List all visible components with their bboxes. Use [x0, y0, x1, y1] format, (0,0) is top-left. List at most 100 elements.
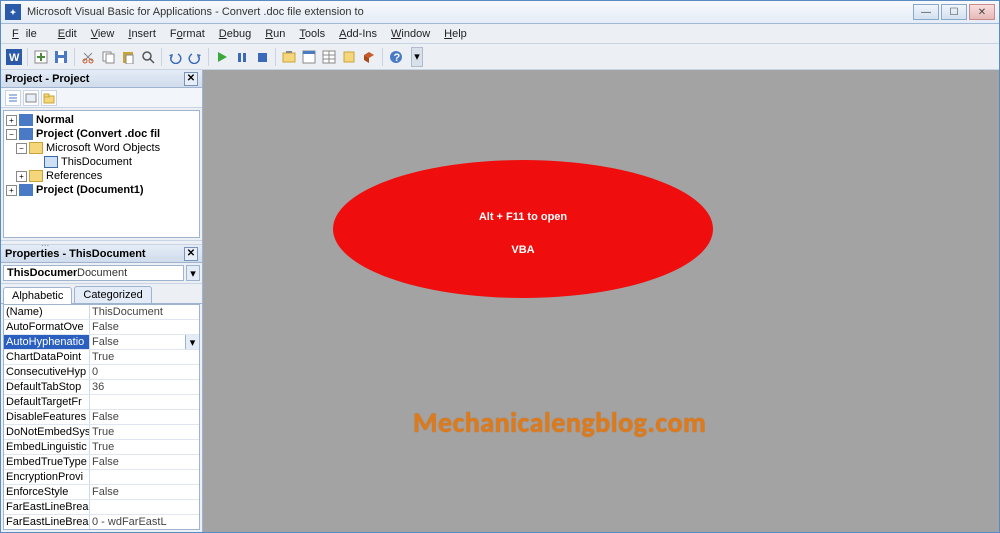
- properties-icon[interactable]: [320, 48, 338, 66]
- properties-object-selector[interactable]: ThisDocumen Document ▾: [1, 263, 202, 284]
- panel-splitter[interactable]: [1, 240, 202, 245]
- copy-icon[interactable]: [99, 48, 117, 66]
- menu-tools[interactable]: Tools: [292, 26, 332, 42]
- help-icon[interactable]: ?: [387, 48, 405, 66]
- property-row[interactable]: (Name)ThisDocument: [4, 305, 199, 320]
- menu-window[interactable]: Window: [384, 26, 437, 42]
- menu-run[interactable]: Run: [258, 26, 292, 42]
- pause-icon[interactable]: [233, 48, 251, 66]
- stop-icon[interactable]: [253, 48, 271, 66]
- collapse-icon[interactable]: −: [16, 143, 27, 154]
- property-value[interactable]: True: [90, 440, 199, 454]
- property-value[interactable]: ThisDocument: [90, 305, 199, 319]
- property-name: EncryptionProvi: [4, 470, 90, 484]
- expand-icon[interactable]: +: [6, 115, 17, 126]
- property-row[interactable]: EmbedTrueTypeFalse: [4, 455, 199, 470]
- object-browser-icon[interactable]: [340, 48, 358, 66]
- property-value[interactable]: False: [90, 485, 199, 499]
- collapse-icon[interactable]: −: [6, 129, 17, 140]
- menu-view[interactable]: View: [84, 26, 122, 42]
- property-value[interactable]: True: [90, 425, 199, 439]
- tree-node-mwo[interactable]: Microsoft Word Objects: [46, 142, 160, 154]
- property-row[interactable]: ConsecutiveHyp0: [4, 365, 199, 380]
- mdi-area: Alt + F11 to openVBA Mechanicalengblog.c…: [203, 70, 999, 532]
- property-value[interactable]: False: [90, 455, 199, 469]
- dropdown-icon[interactable]: ▾: [185, 335, 199, 349]
- properties-panel-close-icon[interactable]: ✕: [184, 247, 198, 261]
- view-code-icon[interactable]: [5, 90, 21, 106]
- property-row[interactable]: DisableFeaturesFalse: [4, 410, 199, 425]
- cut-icon[interactable]: [79, 48, 97, 66]
- property-name: FarEastLineBrea: [4, 515, 90, 529]
- close-button[interactable]: ✕: [969, 4, 995, 20]
- property-value[interactable]: False: [90, 320, 199, 334]
- project-explorer-icon[interactable]: [300, 48, 318, 66]
- menu-insert[interactable]: Insert: [121, 26, 163, 42]
- maximize-button[interactable]: ☐: [941, 4, 967, 20]
- redo-icon[interactable]: [186, 48, 204, 66]
- menu-help[interactable]: Help: [437, 26, 474, 42]
- property-value[interactable]: [90, 500, 199, 514]
- tree-node-normal[interactable]: Normal: [36, 114, 74, 126]
- property-name: DoNotEmbedSys: [4, 425, 90, 439]
- project-icon: [19, 184, 33, 196]
- properties-grid[interactable]: (Name)ThisDocumentAutoFormatOveFalseAuto…: [3, 304, 200, 530]
- undo-icon[interactable]: [166, 48, 184, 66]
- tab-alphabetic[interactable]: Alphabetic: [3, 287, 72, 304]
- menu-file[interactable]: File: [5, 26, 51, 42]
- property-value[interactable]: 0: [90, 365, 199, 379]
- properties-tabs: Alphabetic Categorized: [1, 284, 202, 304]
- property-row[interactable]: DefaultTabStop36: [4, 380, 199, 395]
- property-row[interactable]: AutoFormatOveFalse: [4, 320, 199, 335]
- menu-format[interactable]: Format: [163, 26, 212, 42]
- project-panel-close-icon[interactable]: ✕: [184, 72, 198, 86]
- find-icon[interactable]: [139, 48, 157, 66]
- property-row[interactable]: EmbedLinguisticTrue: [4, 440, 199, 455]
- property-row[interactable]: AutoHyphenatioFalse▾: [4, 335, 199, 350]
- property-value[interactable]: False: [90, 335, 185, 349]
- tree-node-references[interactable]: References: [46, 170, 102, 182]
- project-tree[interactable]: +Normal −Project (Convert .doc fil −Micr…: [3, 110, 200, 238]
- property-row[interactable]: ChartDataPointTrue: [4, 350, 199, 365]
- property-name: (Name): [4, 305, 90, 319]
- expand-icon[interactable]: +: [6, 185, 17, 196]
- design-mode-icon[interactable]: [280, 48, 298, 66]
- tree-node-project2[interactable]: Project (Document1): [36, 184, 144, 196]
- insert-module-icon[interactable]: [32, 48, 50, 66]
- property-value[interactable]: True: [90, 350, 199, 364]
- property-name: AutoHyphenatio: [4, 335, 90, 349]
- paste-icon[interactable]: [119, 48, 137, 66]
- word-icon[interactable]: W: [5, 48, 23, 66]
- menu-addins[interactable]: Add-Ins: [332, 26, 384, 42]
- toggle-folders-icon[interactable]: [41, 90, 57, 106]
- property-row[interactable]: DefaultTargetFr: [4, 395, 199, 410]
- toolbox-icon[interactable]: [360, 48, 378, 66]
- sidebar: Project - Project ✕ +Normal −Project (Co…: [1, 70, 203, 532]
- run-icon[interactable]: [213, 48, 231, 66]
- property-row[interactable]: DoNotEmbedSysTrue: [4, 425, 199, 440]
- property-value[interactable]: False: [90, 410, 199, 424]
- save-icon[interactable]: [52, 48, 70, 66]
- property-row[interactable]: FarEastLineBrea0 - wdFarEastL: [4, 515, 199, 530]
- svg-text:?: ?: [394, 52, 401, 64]
- property-value[interactable]: 36: [90, 380, 199, 394]
- property-row[interactable]: EncryptionProvi: [4, 470, 199, 485]
- tab-categorized[interactable]: Categorized: [74, 286, 151, 303]
- property-row[interactable]: EnforceStyleFalse: [4, 485, 199, 500]
- tree-node-thisdocument[interactable]: ThisDocument: [61, 156, 132, 168]
- view-object-icon[interactable]: [23, 90, 39, 106]
- property-name: ChartDataPoint: [4, 350, 90, 364]
- property-row[interactable]: FarEastLineBrea: [4, 500, 199, 515]
- menu-edit[interactable]: Edit: [51, 26, 84, 42]
- expand-icon[interactable]: +: [16, 171, 27, 182]
- property-value[interactable]: [90, 470, 199, 484]
- menu-debug[interactable]: Debug: [212, 26, 258, 42]
- property-name: FarEastLineBrea: [4, 500, 90, 514]
- property-value[interactable]: [90, 395, 199, 409]
- tree-node-project1[interactable]: Project (Convert .doc fil: [36, 128, 160, 140]
- window-title: Microsoft Visual Basic for Applications …: [27, 6, 364, 18]
- dropdown-icon[interactable]: ▾: [186, 265, 200, 281]
- property-value[interactable]: 0 - wdFarEastL: [90, 515, 199, 529]
- minimize-button[interactable]: —: [913, 4, 939, 20]
- toolbar-overflow[interactable]: ▾: [411, 47, 423, 67]
